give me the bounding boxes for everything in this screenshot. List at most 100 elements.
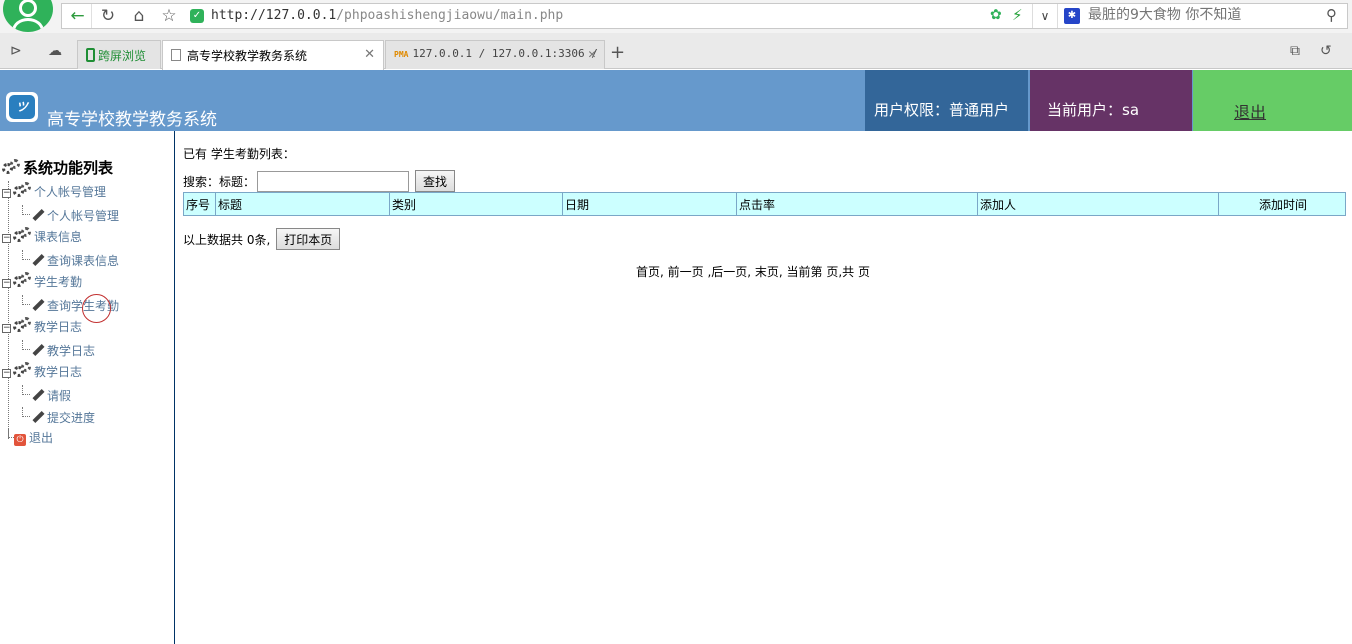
main-content: 已有 学生考勤列表： 搜索：标题： 查找 序号 标题 类别 日期 点击率 添加人… [176, 131, 1352, 644]
list-heading: 已有 学生考勤列表： [183, 147, 295, 161]
sidebar-group-teaching-log[interactable]: − 教学日志 [2, 317, 82, 335]
item-label: 提交进度 [47, 411, 96, 425]
sidebar-exit[interactable]: ⏻ 退出 [8, 428, 53, 446]
tab-close-icon[interactable]: ✕ [364, 47, 375, 62]
gears-icon [13, 317, 33, 333]
user-permission: 用户权限：普通用户 [865, 70, 1028, 131]
column-header: 点击率 [736, 192, 978, 216]
sidebar-tree: 系统功能列表 − 个人帐号管理 个人帐号管理 − 课表信息 查询课表信息 − 学生考勤… [0, 131, 175, 644]
restore-tabs-icon[interactable]: ⧉ [1290, 43, 1300, 59]
column-header: 添加时间 [1218, 192, 1346, 216]
pencil-icon [32, 410, 45, 424]
tab-label: 高专学校教学教务系统 [187, 49, 308, 63]
tab-cross-screen[interactable]: 跨屏浏览 [77, 40, 161, 69]
pagination[interactable]: 首页, 前一页 ,后一页, 末页, 当前第 页,共 页 [636, 263, 870, 280]
pencil-icon [32, 388, 45, 402]
page-icon [171, 49, 181, 61]
collapse-icon[interactable]: − [2, 279, 11, 288]
column-header: 标题 [215, 192, 390, 216]
new-tab-plus-icon[interactable]: + [610, 42, 625, 63]
app-title: 高专学校教学教务系统 [47, 110, 217, 130]
item-label: 请假 [47, 389, 72, 403]
power-icon: ⏻ [14, 434, 26, 446]
group-label: 学生考勤 [34, 275, 83, 289]
url-text[interactable]: http://127.0.0.1/phpoashishengjiaowu/mai… [211, 8, 563, 23]
group-label: 教学日志 [34, 320, 83, 334]
tab-phpmyadmin[interactable]: PMA 127.0.0.1 / 127.0.0.1:3306 / ✕ [385, 40, 605, 69]
url-path: /phpoashishengjiaowu/main.php [336, 8, 564, 23]
column-header: 添加人 [977, 192, 1219, 216]
tab-active-main[interactable]: 高专学校教学教务系统 ✕ [162, 40, 384, 70]
search-label: 搜索：标题： [183, 174, 256, 189]
current-user: 当前用户：sa [1030, 70, 1192, 131]
click-highlight-circle [82, 294, 111, 323]
group-label: 课表信息 [34, 230, 83, 244]
pencil-icon [32, 298, 45, 312]
app-logo-icon: ツ [6, 92, 38, 122]
browser-search-input[interactable] [1088, 7, 1308, 23]
pencil-icon [32, 208, 45, 222]
print-page-button[interactable]: 打印本页 [276, 228, 341, 250]
summary-row: 以上数据共 0条, 打印本页 [183, 228, 341, 250]
sidebar-group-account[interactable]: − 个人帐号管理 [2, 182, 106, 200]
pencil-icon [32, 253, 45, 267]
gears-icon [13, 182, 33, 198]
sidebar-root-label: 系统功能列表 [23, 159, 114, 177]
attendance-table: 序号 标题 类别 日期 点击率 添加人 添加时间 [183, 192, 1346, 216]
item-label: 教学日志 [47, 344, 96, 358]
phpmyadmin-icon: PMA [394, 50, 409, 59]
title-search-input[interactable] [257, 170, 410, 192]
search-row: 搜索：标题： 查找 [183, 170, 456, 192]
collapse-icon[interactable]: − [2, 324, 11, 333]
item-label: 个人帐号管理 [47, 209, 120, 223]
find-button[interactable]: 查找 [415, 170, 456, 192]
url-host: http://127.0.0.1 [211, 8, 337, 23]
sidebar-group-teaching-log-2[interactable]: − 教学日志 [2, 362, 82, 380]
bookmark-star-icon[interactable]: ☆ [155, 4, 183, 28]
sidebar-group-timetable[interactable]: − 课表信息 [2, 227, 82, 245]
back-icon[interactable]: ← [64, 4, 92, 28]
pencil-icon [32, 343, 45, 357]
column-header: 类别 [389, 192, 563, 216]
gears-icon [13, 272, 33, 288]
home-icon[interactable]: ⌂ [125, 4, 153, 28]
collapse-icon[interactable]: − [2, 369, 11, 378]
sidebar-group-attendance[interactable]: − 学生考勤 [2, 272, 82, 290]
user-avatar-icon[interactable] [3, 0, 53, 32]
sidebar-item-timetable[interactable]: 查询课表信息 [22, 250, 119, 269]
logout-link[interactable]: 退出 [1234, 103, 1266, 122]
column-header: 日期 [562, 192, 737, 216]
collapse-icon[interactable]: − [2, 189, 11, 198]
search-engine-paw-icon[interactable]: ✱ [1064, 8, 1080, 24]
tab-close-icon[interactable]: ✕ [588, 47, 596, 62]
reload-icon[interactable]: ↻ [94, 4, 122, 28]
group-label: 个人帐号管理 [34, 185, 107, 199]
tree-line [8, 181, 9, 439]
gears-icon [13, 362, 33, 378]
sidebar-item-leave[interactable]: 请假 [22, 385, 71, 404]
exit-label: 退出 [29, 431, 54, 445]
item-label: 查询课表信息 [47, 254, 120, 268]
sidebar-root: 系统功能列表 [2, 157, 113, 178]
phone-icon [86, 48, 95, 62]
lightning-icon[interactable]: ⚡ [1012, 6, 1023, 24]
recycle-icon[interactable]: ✿ [990, 7, 1002, 23]
undo-close-icon[interactable]: ↺ [1320, 43, 1332, 59]
table-header-row: 序号 标题 类别 日期 点击率 添加人 添加时间 [183, 192, 1346, 216]
tab-label: 跨屏浏览 [98, 49, 147, 63]
sidebar-item-account[interactable]: 个人帐号管理 [22, 205, 119, 224]
address-bar: ← ↻ ⌂ ☆ ✓ http://127.0.0.1/phpoashisheng… [61, 3, 1348, 29]
sidebar-item-submit-progress[interactable]: 提交进度 [22, 407, 95, 426]
browser-address-bar-row: ← ↻ ⌂ ☆ ✓ http://127.0.0.1/phpoashisheng… [0, 0, 1352, 33]
gears-icon [2, 159, 22, 175]
address-dropdown-chevron-icon[interactable]: ∨ [1032, 4, 1058, 28]
cloud-icon[interactable]: ☁ [48, 43, 62, 59]
secure-shield-icon[interactable]: ✓ [190, 9, 204, 23]
logout-area: 退出 [1193, 70, 1352, 131]
sidebar-item-teaching-log[interactable]: 教学日志 [22, 340, 95, 359]
app-header: ツ 高专学校教学教务系统 用户权限：普通用户 当前用户：sa 退出 [0, 70, 1352, 131]
search-icon[interactable]: ⚲ [1326, 6, 1337, 24]
collapse-icon[interactable]: − [2, 234, 11, 243]
sidebar-toggle-icon[interactable]: ⊳ [10, 43, 22, 59]
column-header: 序号 [183, 192, 216, 216]
